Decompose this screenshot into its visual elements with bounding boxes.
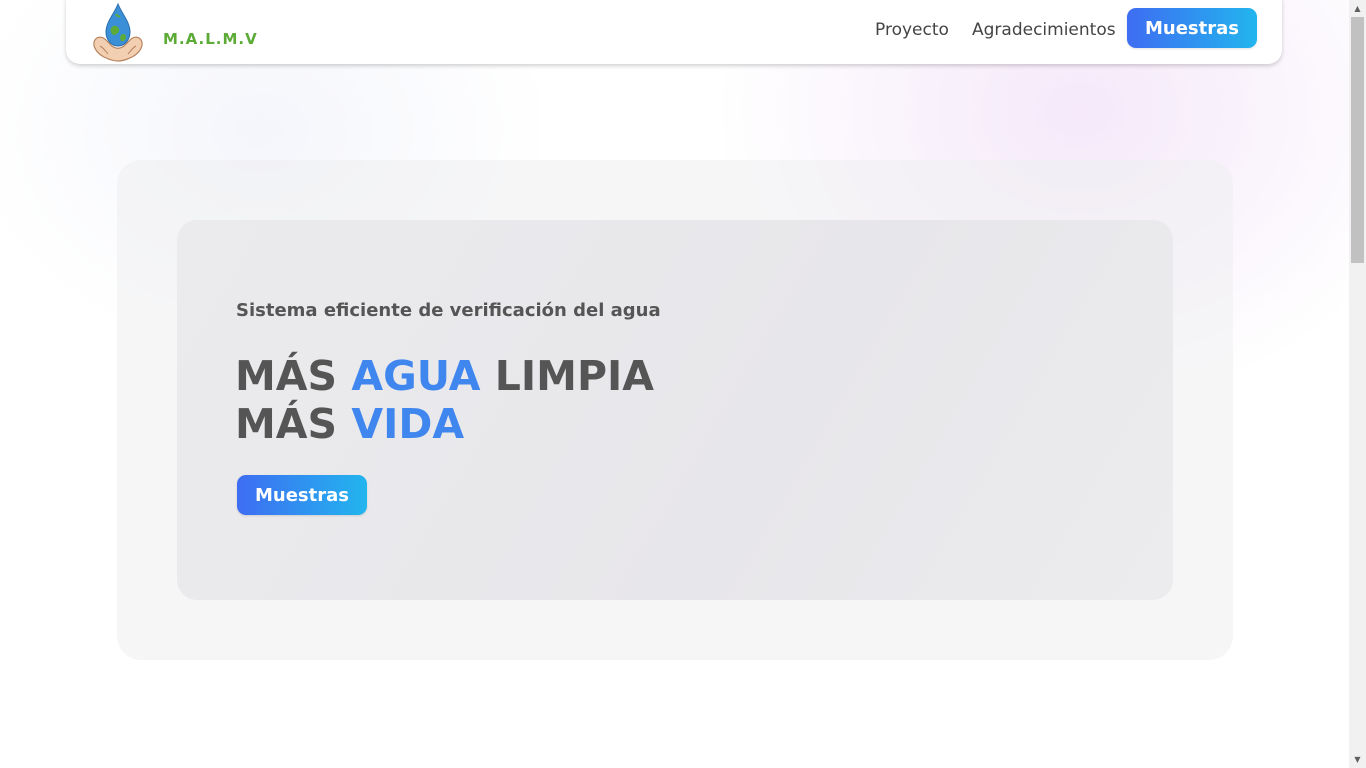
scrollbar-thumb[interactable]	[1351, 17, 1364, 263]
hero-headline: MÁS AGUA LIMPIA MÁS VIDA	[235, 352, 654, 448]
navbar: M.A.L.M.V Proyecto Agradecimientos Muest…	[66, 0, 1282, 64]
headline-accent-agua: AGUA	[351, 352, 481, 400]
headline-word-limpia: LIMPIA	[494, 352, 654, 400]
logo-text: M.A.L.M.V	[163, 30, 258, 48]
scroll-up-arrow-icon[interactable]: ▲	[1349, 0, 1366, 17]
headline-line-2: MÁS VIDA	[235, 400, 464, 448]
vertical-scrollbar[interactable]: ▲ ▼	[1349, 0, 1366, 768]
headline-word-mas-2: MÁS	[235, 400, 338, 448]
nav-link-agradecimientos[interactable]: Agradecimientos	[972, 20, 1116, 40]
hero-section: Sistema eficiente de verificación del ag…	[117, 160, 1233, 660]
logo-link[interactable]: M.A.L.M.V	[92, 2, 257, 62]
hero-subtitle: Sistema eficiente de verificación del ag…	[236, 300, 661, 321]
headline-word-mas: MÁS	[235, 352, 338, 400]
scroll-down-arrow-icon[interactable]: ▼	[1349, 751, 1366, 768]
headline-accent-vida: VIDA	[351, 400, 465, 448]
nav-muestras-button[interactable]: Muestras	[1127, 8, 1257, 48]
headline-line-1: MÁS AGUA LIMPIA	[235, 352, 654, 400]
hero-muestras-button[interactable]: Muestras	[237, 475, 367, 515]
water-drop-earth-in-hands-icon	[93, 2, 143, 62]
nav-link-proyecto[interactable]: Proyecto	[875, 20, 949, 40]
hero-card: Sistema eficiente de verificación del ag…	[177, 220, 1173, 600]
